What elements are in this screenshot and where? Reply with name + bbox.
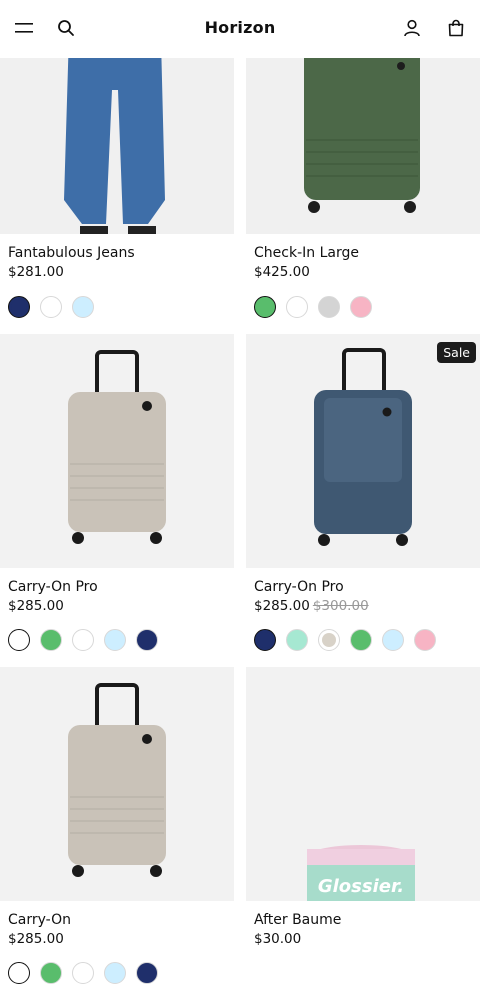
product-image[interactable]: Sale: [246, 334, 480, 568]
product-card[interactable]: Carry-On $285.00: [0, 667, 234, 984]
product-image[interactable]: Glossier.: [246, 667, 480, 901]
swatch-green[interactable]: [254, 296, 276, 318]
product-image[interactable]: [0, 334, 234, 568]
swatch-white[interactable]: [286, 296, 308, 318]
product-price: $285.00 $300.00: [254, 598, 369, 614]
compare-price: $300.00: [312, 598, 369, 614]
swatch-grey[interactable]: [318, 296, 340, 318]
swatch-mint[interactable]: [286, 629, 308, 651]
product-price: $281.00: [8, 264, 64, 280]
product-card[interactable]: Sale Carry-On Pro $285.00 $300.00: [246, 334, 480, 651]
swatch-sand[interactable]: [8, 629, 30, 651]
swatch-pink[interactable]: [414, 629, 436, 651]
swatch-sand[interactable]: [8, 962, 30, 984]
swatch-navy[interactable]: [136, 629, 158, 651]
product-price: $285.00: [8, 931, 64, 947]
color-swatches: [254, 629, 436, 651]
color-swatches: [8, 962, 158, 984]
swatch-light-blue[interactable]: [104, 962, 126, 984]
site-header: Horizon: [0, 0, 480, 58]
swatch-light-blue[interactable]: [382, 629, 404, 651]
sale-badge: Sale: [437, 342, 476, 363]
product-price: $285.00: [8, 598, 64, 614]
product-title[interactable]: Check-In Large: [254, 245, 480, 261]
swatch-white[interactable]: [40, 296, 62, 318]
swatch-navy[interactable]: [254, 629, 276, 651]
color-swatches: [8, 629, 158, 651]
color-swatches: [8, 296, 94, 318]
product-image[interactable]: [0, 667, 234, 901]
product-title[interactable]: Carry-On Pro: [254, 579, 480, 595]
swatch-white[interactable]: [72, 629, 94, 651]
glossier-logo: Glossier.: [318, 876, 404, 897]
swatch-green[interactable]: [350, 629, 372, 651]
brand-logo[interactable]: Horizon: [205, 18, 276, 37]
swatch-green[interactable]: [40, 629, 62, 651]
swatch-navy[interactable]: [8, 296, 30, 318]
swatch-light-blue[interactable]: [104, 629, 126, 651]
swatch-green[interactable]: [40, 962, 62, 984]
product-title[interactable]: After Baume: [254, 912, 480, 928]
account-icon[interactable]: [402, 18, 422, 38]
color-swatches: [254, 296, 372, 318]
swatch-sand[interactable]: [318, 629, 340, 651]
swatch-white[interactable]: [72, 962, 94, 984]
menu-icon[interactable]: [14, 18, 34, 38]
product-card[interactable]: Glossier. After Baume $30.00: [246, 667, 480, 947]
product-card[interactable]: Carry-On Pro $285.00: [0, 334, 234, 651]
search-icon[interactable]: [56, 18, 76, 38]
swatch-pink[interactable]: [350, 296, 372, 318]
product-price: $30.00: [254, 931, 302, 947]
swatch-navy[interactable]: [136, 962, 158, 984]
swatch-light-blue[interactable]: [72, 296, 94, 318]
product-title[interactable]: Fantabulous Jeans: [8, 245, 234, 261]
product-title[interactable]: Carry-On: [8, 912, 234, 928]
product-title[interactable]: Carry-On Pro: [8, 579, 234, 595]
cart-icon[interactable]: [446, 18, 466, 38]
product-price: $425.00: [254, 264, 310, 280]
